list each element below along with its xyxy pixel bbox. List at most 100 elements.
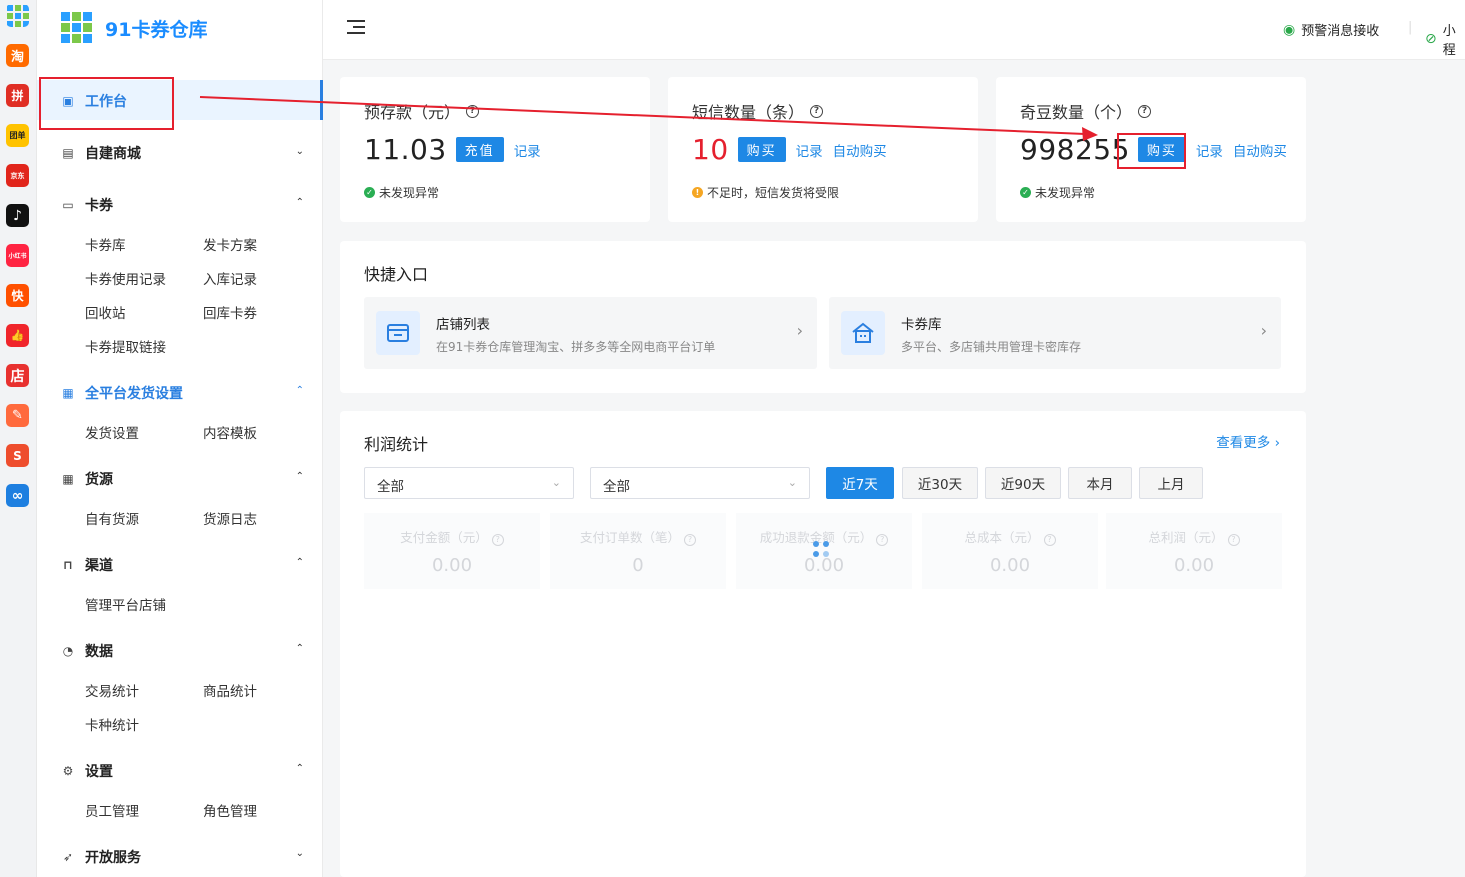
beans-records-link[interactable]: 记录 [1196, 140, 1223, 160]
recharge-button[interactable]: 充值 [455, 137, 504, 162]
nav-sub-returned-coupons[interactable]: 回库卡券 [203, 302, 257, 322]
check-icon: ✓ [1020, 187, 1031, 198]
brand-logo[interactable]: 91卡券仓库 [61, 12, 207, 44]
loading-spinner-icon [813, 541, 833, 561]
nav-sub-issue-plan[interactable]: 发卡方案 [203, 234, 257, 254]
chevron-down-icon[interactable]: ⌄ [296, 146, 304, 157]
sms-value: 10 [692, 133, 729, 166]
nav-group-delivery[interactable]: ▦ 全平台发货设置 [61, 383, 183, 403]
nav-sub-own-supply[interactable]: 自有货源 [85, 508, 139, 528]
nav-sub-usage-records[interactable]: 卡券使用记录 [85, 268, 166, 288]
nav-sub-stock-records[interactable]: 入库记录 [203, 268, 257, 288]
quick-entry-title: 快捷入口 [364, 265, 429, 284]
quick-entry-desc: 在91卡券仓库管理淘宝、拼多多等全网电商平台订单 [436, 340, 716, 354]
chevron-up-icon[interactable]: ⌃ [296, 763, 304, 774]
xiaohongshu-icon[interactable]: 小红书 [6, 244, 29, 267]
nav-sub-trade-stats[interactable]: 交易统计 [85, 680, 139, 700]
annotation-box-workbench [39, 77, 174, 130]
nav-sub-extract-links[interactable]: 卡券提取链接 [85, 336, 166, 356]
mini-program-button[interactable]: ⊘ 小程 [1425, 20, 1465, 58]
help-icon[interactable]: ? [466, 104, 480, 118]
nav-sub-delivery-settings[interactable]: 发货设置 [85, 422, 139, 442]
nav-sub-recycle-bin[interactable]: 回收站 [85, 302, 126, 322]
sms-buy-button[interactable]: 购买 [737, 137, 786, 162]
quick-entry-title-text: 店铺列表 [436, 317, 490, 333]
nav-group-channel[interactable]: ⊓ 渠道 [61, 555, 113, 575]
pie-chart-icon: ◔ [62, 644, 74, 658]
nav-group-settings[interactable]: ⚙ 设置 [61, 761, 113, 781]
taobao-icon[interactable]: 淘 [6, 44, 29, 67]
link-app-icon[interactable]: ∞ [6, 484, 29, 507]
range-30d-button[interactable]: 近30天 [902, 467, 978, 499]
shop-icon [376, 311, 420, 355]
edit-app-icon[interactable]: ✎ [6, 404, 29, 427]
chevron-down-icon: ⌄ [787, 476, 797, 489]
platform-select[interactable]: 全部 ⌄ [364, 467, 574, 499]
nav-sub-manage-shops[interactable]: 管理平台店铺 [85, 594, 166, 614]
deposit-row: 11.03 充值 记录 [364, 133, 541, 166]
sms-records-link[interactable]: 记录 [796, 140, 823, 160]
shopee-icon[interactable]: S [6, 444, 29, 467]
beans-auto-buy-link[interactable]: 自动购买 [1233, 140, 1287, 160]
chevron-right-icon: › [796, 321, 803, 340]
shop-select[interactable]: 全部 ⌄ [590, 467, 810, 499]
chevron-up-icon[interactable]: ⌃ [296, 385, 304, 396]
sms-auto-buy-link[interactable]: 自动购买 [833, 140, 887, 160]
nav-sub-coupon-library[interactable]: 卡券库 [85, 234, 126, 254]
nav-sub-card-type-stats[interactable]: 卡种统计 [85, 714, 139, 734]
menu-collapse-icon[interactable] [347, 20, 365, 36]
warning-icon: ! [692, 187, 703, 198]
range-this-month-button[interactable]: 本月 [1068, 467, 1132, 499]
help-icon[interactable]: ? [876, 534, 889, 546]
nav-sub-staff[interactable]: 员工管理 [85, 800, 139, 820]
deposit-records-link[interactable]: 记录 [514, 140, 541, 160]
view-more-link[interactable]: 查看更多 › [1216, 431, 1280, 451]
app-strip: 淘 拼 团单 京东 ♪ 小红书 快 👍 店 ✎ S ∞ [0, 0, 37, 877]
jd-icon[interactable]: 京东 [6, 164, 29, 187]
pinduoduo-icon[interactable]: 拼 [6, 84, 29, 107]
nav-group-supply[interactable]: ▦ 货源 [61, 469, 113, 489]
beans-value: 998255 [1020, 133, 1130, 166]
nav-group-coupon[interactable]: ▭ 卡券 [61, 195, 113, 215]
metric-order-count: 支付订单数（笔）? 0 [550, 513, 726, 589]
help-icon[interactable]: ? [1138, 104, 1152, 118]
deposit-title: 预存款（元）? [364, 99, 480, 123]
chevron-up-icon[interactable]: ⌃ [296, 643, 304, 654]
beans-status: ✓ 未发现异常 [1020, 184, 1095, 201]
logo-icon [61, 12, 92, 43]
range-7d-button[interactable]: 近7天 [826, 467, 894, 499]
help-icon[interactable]: ? [684, 534, 696, 546]
chevron-up-icon[interactable]: ⌃ [296, 557, 304, 568]
chevron-down-icon[interactable]: ⌄ [296, 848, 304, 859]
thumb-icon[interactable]: 👍 [6, 324, 29, 347]
range-last-month-button[interactable]: 上月 [1139, 467, 1203, 499]
quick-entry-shop-list[interactable]: 店铺列表 在91卡券仓库管理淘宝、拼多多等全网电商平台订单 › [364, 297, 817, 369]
help-icon[interactable]: ? [1043, 534, 1056, 546]
range-90d-button[interactable]: 近90天 [985, 467, 1061, 499]
douyin-icon[interactable]: ♪ [6, 204, 29, 227]
nav-sub-content-templates[interactable]: 内容模板 [203, 422, 257, 442]
nav-group-mall[interactable]: ▤ 自建商城 [61, 143, 323, 163]
kuaishou-icon[interactable]: 快 [6, 284, 29, 307]
help-icon[interactable]: ? [1227, 534, 1240, 546]
store-icon: ▤ [62, 146, 74, 160]
help-icon[interactable]: ? [491, 534, 504, 546]
nav-sub-supply-log[interactable]: 货源日志 [203, 508, 257, 528]
help-icon[interactable]: ? [810, 104, 824, 118]
nav-sub-roles[interactable]: 角色管理 [203, 800, 257, 820]
brand-logo-icon[interactable] [6, 4, 29, 27]
dian-icon[interactable]: 店 [6, 364, 29, 387]
quick-entry-coupon-library[interactable]: 卡券库 多平台、多店铺共用管理卡密库存 › [829, 297, 1281, 369]
chevron-right-icon: › [1260, 321, 1267, 340]
sms-title: 短信数量（条）? [692, 99, 824, 123]
chevron-up-icon[interactable]: ⌃ [296, 471, 304, 482]
gear-icon: ⚙ [62, 764, 74, 778]
nav-group-data[interactable]: ◔ 数据 [61, 641, 113, 661]
nav-sub-product-stats[interactable]: 商品统计 [203, 680, 257, 700]
chevron-up-icon[interactable]: ⌃ [296, 197, 304, 208]
beans-title: 奇豆数量（个）? [1020, 99, 1152, 123]
divider: | [1408, 20, 1413, 35]
alert-message-button[interactable]: ◉ 预警消息接收 [1283, 20, 1379, 40]
tuan-icon[interactable]: 团单 [6, 124, 29, 147]
nav-group-open-service[interactable]: ➶ 开放服务 [61, 847, 141, 867]
